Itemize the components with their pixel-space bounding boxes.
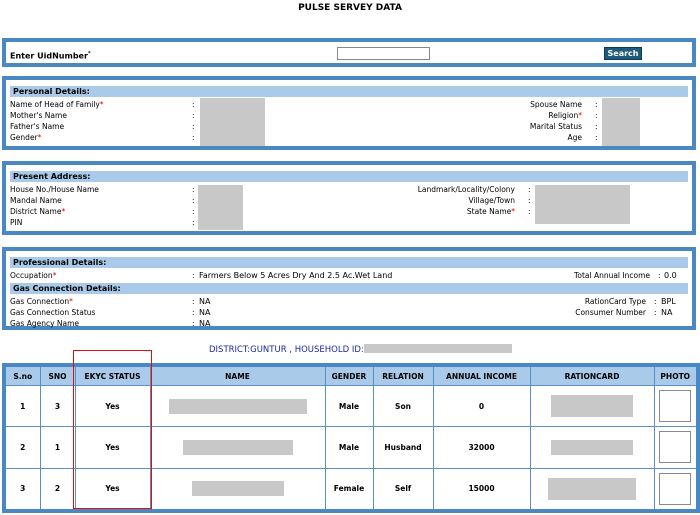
mandal-label: Mandal Name [10,196,62,205]
consumer-number-value: NA [661,308,673,317]
row-name [149,426,326,469]
search-panel: Enter UidNumber* Search [2,38,696,67]
row-sno: 3 [39,384,76,428]
occupation-label: Occupation* [10,271,57,280]
row-sno: 2 [39,467,76,512]
row-serial: 1 [3,384,41,428]
row-gender: Female [324,467,374,512]
row-income: 32000 [432,426,531,469]
village-label: Village/Town [468,196,516,205]
row-name [149,384,326,428]
annual-income-value: 0.0 [664,271,677,280]
col-header-gender: GENDER [324,364,374,386]
mother-name-label: Mother's Name [10,111,67,120]
gender-label: Gender* [10,133,42,142]
redacted-household-id [363,344,512,353]
redacted-spouse-values [602,98,640,146]
table-row: 3 2 Yes Female Self 15000 [3,467,699,512]
redacted-locality-values [535,185,630,224]
spouse-name-label: Spouse Name [530,100,582,109]
table-row: 2 1 Yes Male Husband 32000 [3,426,699,469]
uid-label: Enter UidNumber* [10,51,91,61]
col-header-sno: S.no [3,364,41,386]
gas-status-value: NA [199,308,211,317]
personal-details-panel: Personal Details: Name of Head of Family… [2,76,696,150]
gas-status-label: Gas Connection Status [10,308,96,317]
marital-status-label: Marital Status [529,122,582,131]
annual-income-label: Total Annual Income [574,271,650,280]
redacted-rationcard [548,477,636,500]
col-header-relation: RELATION [372,364,434,386]
photo-placeholder-icon[interactable] [659,431,692,464]
uid-input[interactable] [337,47,430,60]
gas-connection-value: NA [199,297,211,306]
row-name [149,467,326,512]
page-title: PULSE SERVEY DATA [298,3,402,13]
redacted-rationcard [551,439,633,455]
table-row: 1 3 Yes Male Son 0 [3,384,699,428]
religion-label: Religion* [548,111,582,120]
redacted-name [182,439,293,455]
photo-placeholder-icon[interactable] [659,472,692,505]
professional-panel: Professional Details: Occupation* : Farm… [2,247,696,330]
row-sno: 1 [39,426,76,469]
row-gender: Male [324,426,374,469]
row-ekyc-status: Yes [74,426,151,469]
redacted-name [191,481,284,497]
house-label: House No./House Name [10,185,99,194]
redacted-address-values [198,185,243,230]
professional-details-header: Professional Details: [10,257,688,268]
gas-connection-label: Gas Connection* [10,297,73,306]
rationcard-type-label: RationCard Type [584,297,646,306]
row-rationcard [529,384,655,428]
row-ekyc-status: Yes [74,467,151,512]
gas-agency-label: Gas Agency Name [10,319,80,328]
redacted-rationcard [551,395,633,418]
present-address-header: Present Address: [10,171,688,182]
row-ekyc-status: Yes [74,384,151,428]
family-members-table: S.no SNO EKYC STATUS NAME GENDER RELATIO… [2,363,700,513]
gas-connection-header: Gas Connection Details: [10,283,688,294]
father-name-label: Father's Name [10,122,65,131]
row-serial: 2 [3,426,41,469]
age-label: Age [567,133,582,142]
row-rationcard [529,467,655,512]
personal-details-header: Personal Details: [10,86,688,97]
district-label: District Name* [10,207,66,216]
consumer-number-label: Consumer Number [575,308,646,317]
occupation-value: Farmers Below 5 Acres Dry And 2.5 Ac.Wet… [199,271,393,280]
state-label: State Name* [466,207,515,216]
row-serial: 3 [3,467,41,512]
gas-agency-value: NA [199,319,211,328]
present-address-panel: Present Address: House No./House Name Ma… [2,161,696,235]
row-gender: Male [324,384,374,428]
row-income: 0 [432,384,531,428]
row-photo [653,426,699,469]
row-rationcard [529,426,655,469]
row-relation: Son [372,384,434,428]
photo-placeholder-icon[interactable] [659,390,692,423]
col-header-income: ANNUAL INCOME [432,364,531,386]
row-photo [653,467,699,512]
row-photo [653,384,699,428]
col-header-sno2: SNO [39,364,76,386]
col-header-photo: PHOTO [653,364,699,386]
pin-label: PIN [10,218,23,227]
col-header-name: NAME [149,364,326,386]
row-income: 15000 [432,467,531,512]
search-button[interactable]: Search [604,47,642,60]
row-relation: Husband [372,426,434,469]
redacted-personal-values [200,98,265,146]
col-header-ekyc: EKYC STATUS [74,364,151,386]
table-header-row: S.no SNO EKYC STATUS NAME GENDER RELATIO… [3,364,699,386]
landmark-label: Landmark/Locality/Colony [417,185,515,194]
head-of-family-label: Name of Head of Family* [10,100,104,109]
row-relation: Self [372,467,434,512]
household-id-line: DISTRICT:GUNTUR , HOUSEHOLD ID: [209,344,512,355]
rationcard-type-value: BPL [661,297,676,306]
redacted-name [168,398,307,414]
col-header-rationcard: RATIONCARD [529,364,655,386]
